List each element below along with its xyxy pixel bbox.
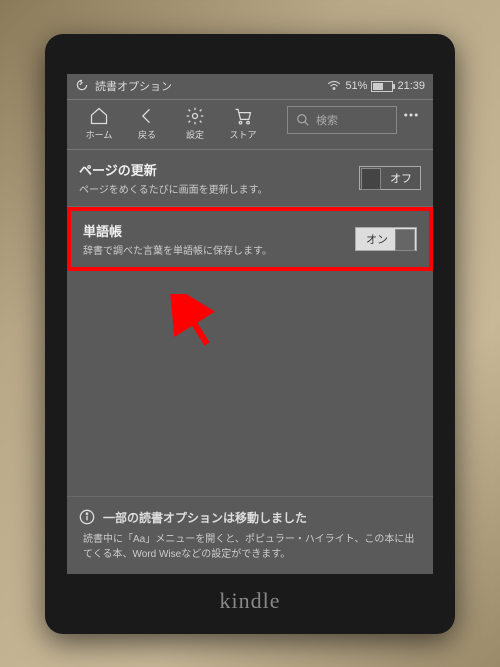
setting-vocab[interactable]: 単語帳 辞書で調べた言葉を単語帳に保存します。 オン bbox=[71, 211, 429, 267]
status-bar: 読書オプション 51% 21:39 bbox=[67, 74, 433, 100]
info-body: 読書中に「Aa」メニューを開くと、ポピュラー・ハイライト、この本に出てくる本、W… bbox=[79, 532, 421, 562]
nav-store-label: ストア bbox=[229, 128, 256, 141]
toggle-label: オフ bbox=[390, 170, 412, 186]
battery-percent: 51% bbox=[345, 80, 367, 92]
kindle-device: 読書オプション 51% 21:39 ホー bbox=[45, 34, 455, 634]
toggle-vocab[interactable]: オン bbox=[355, 227, 417, 251]
search-input[interactable]: 検索 bbox=[287, 106, 397, 134]
nav-settings[interactable]: 設定 bbox=[171, 106, 219, 141]
nav-home[interactable]: ホーム bbox=[75, 106, 123, 141]
nav-bar: ホーム 戻る 設定 ストア bbox=[67, 100, 433, 150]
page-title: 読書オプション bbox=[95, 78, 172, 94]
nav-back[interactable]: 戻る bbox=[123, 106, 171, 141]
screen: 読書オプション 51% 21:39 ホー bbox=[67, 74, 433, 574]
more-icon bbox=[402, 106, 420, 124]
setting-desc: ページをめくるたびに画面を更新します。 bbox=[79, 181, 359, 196]
toggle-page-refresh[interactable]: オフ bbox=[359, 166, 421, 190]
search-icon bbox=[296, 113, 310, 127]
toggle-label: オン bbox=[366, 231, 388, 247]
search-placeholder: 検索 bbox=[316, 112, 338, 128]
info-section: 一部の読書オプションは移動しました 読書中に「Aa」メニューを開くと、ポピュラー… bbox=[67, 496, 433, 574]
setting-title: ページの更新 bbox=[79, 160, 359, 179]
setting-page-refresh[interactable]: ページの更新 ページをめくるたびに画面を更新します。 オフ bbox=[67, 150, 433, 207]
settings-content: ページの更新 ページをめくるたびに画面を更新します。 オフ 単語帳 辞書で調べた… bbox=[67, 150, 433, 271]
back-arrow-icon[interactable] bbox=[75, 78, 89, 95]
device-brand: kindle bbox=[220, 588, 281, 614]
setting-desc: 辞書で調べた言葉を単語帳に保存します。 bbox=[83, 242, 355, 257]
nav-more[interactable] bbox=[397, 106, 425, 124]
info-title: 一部の読書オプションは移動しました bbox=[103, 509, 307, 526]
battery-icon bbox=[371, 81, 393, 92]
nav-store[interactable]: ストア bbox=[219, 106, 267, 141]
arrow-annotation-icon bbox=[167, 294, 227, 354]
setting-title: 単語帳 bbox=[83, 221, 355, 240]
highlight-annotation: 単語帳 辞書で調べた言葉を単語帳に保存します。 オン bbox=[67, 207, 433, 271]
nav-settings-label: 設定 bbox=[186, 128, 204, 141]
nav-back-label: 戻る bbox=[138, 128, 156, 141]
wifi-icon bbox=[327, 80, 341, 93]
nav-home-label: ホーム bbox=[86, 128, 113, 141]
info-icon bbox=[79, 509, 95, 525]
clock: 21:39 bbox=[397, 80, 425, 92]
